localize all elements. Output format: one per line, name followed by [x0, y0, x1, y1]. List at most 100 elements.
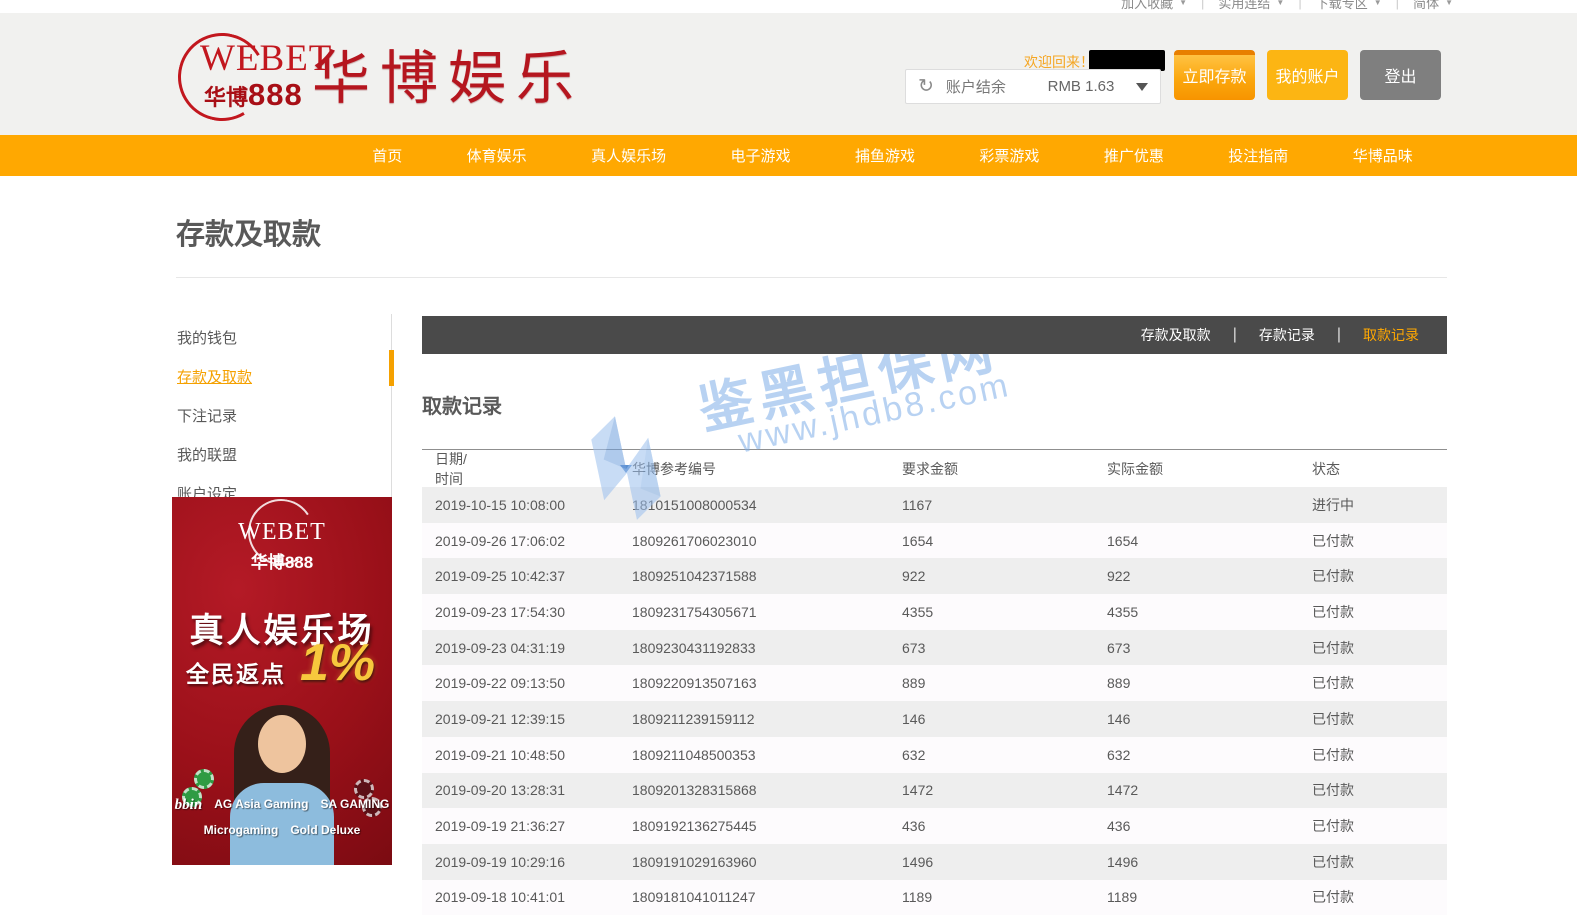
top-link-4[interactable]: 简体▼: [1399, 0, 1467, 12]
table-row: 2019-09-19 21:36:27180919213627544543643…: [422, 808, 1447, 844]
provider-logo: Microgaming: [204, 823, 279, 837]
cell-ref-number: 1809251042371588: [632, 568, 902, 584]
cell-status: 已付款: [1312, 887, 1447, 907]
nav-item-7[interactable]: 推广优惠: [1098, 145, 1170, 166]
deposit-now-button[interactable]: 立即存款: [1174, 50, 1255, 100]
title-divider: [176, 277, 1447, 278]
nav-item-6[interactable]: 彩票游戏: [973, 145, 1045, 166]
sidebar-item-2[interactable]: 存款及取款: [176, 357, 391, 396]
cell-actual-amount: 922: [1107, 568, 1312, 584]
cell-date: 2019-09-22 09:13:50: [422, 675, 632, 691]
cell-actual-amount: 1654: [1107, 533, 1312, 549]
site-header: WEBET 华博888 华博娱乐 欢迎回来！ ↻ 账户结余 RMB 1.63 立…: [0, 13, 1577, 135]
column-header-5: 状态: [1312, 459, 1447, 479]
tab-2[interactable]: 存款记录: [1249, 325, 1325, 345]
cell-status: 已付款: [1312, 852, 1447, 872]
cell-date: 2019-09-26 17:06:02: [422, 533, 632, 549]
cell-request-amount: 922: [902, 568, 1107, 584]
cell-status: 已付款: [1312, 602, 1447, 622]
tab-1[interactable]: 存款及取款: [1131, 325, 1221, 345]
nav-item-2[interactable]: 体育娱乐: [461, 145, 533, 166]
table-row: 2019-09-21 12:39:15180921123915911214614…: [422, 701, 1447, 737]
table-row: 2019-09-21 10:48:50180921104850035363263…: [422, 737, 1447, 773]
cell-request-amount: 436: [902, 818, 1107, 834]
promo-banner[interactable]: WEBET 华博888 真人娱乐场 全民返点 1% bbinAG Asia Ga…: [172, 497, 392, 865]
cell-request-amount: 4355: [902, 604, 1107, 620]
nav-item-8[interactable]: 投注指南: [1222, 145, 1294, 166]
nav-item-3[interactable]: 真人娱乐场: [585, 145, 672, 166]
top-link-3[interactable]: 下载专区▼: [1302, 0, 1396, 12]
table-row: 2019-09-23 17:54:30180923175430567143554…: [422, 594, 1447, 630]
table-body: 2019-10-15 10:08:0018101510080005341167进…: [422, 487, 1447, 915]
tab-3[interactable]: 取款记录: [1353, 325, 1429, 345]
account-balance-box[interactable]: ↻ 账户结余 RMB 1.63: [905, 69, 1161, 104]
top-link-1[interactable]: 加入收藏▼: [1107, 0, 1201, 12]
sidebar-item-1[interactable]: 我的钱包: [176, 318, 391, 357]
cell-ref-number: 1809201328315868: [632, 782, 902, 798]
watermark-url: www.jhdb8.com: [735, 366, 1014, 462]
nav-item-9[interactable]: 华博品味: [1347, 145, 1419, 166]
cell-request-amount: 1167: [902, 497, 1107, 513]
cell-date: 2019-09-23 04:31:19: [422, 640, 632, 656]
top-link-2[interactable]: 实用连结▼: [1204, 0, 1298, 12]
cell-status: 已付款: [1312, 638, 1447, 658]
provider-logo: AG Asia Gaming: [214, 797, 308, 814]
logo-sub-text: 华博888: [204, 77, 303, 113]
sidebar-item-3[interactable]: 下注记录: [176, 396, 391, 435]
records-tabbar: 存款及取款|存款记录|取款记录: [422, 316, 1447, 354]
cell-date: 2019-09-19 21:36:27: [422, 818, 632, 834]
cell-status: 已付款: [1312, 566, 1447, 586]
cell-date: 2019-09-19 10:29:16: [422, 854, 632, 870]
cell-ref-number: 1809231754305671: [632, 604, 902, 620]
nav-item-1[interactable]: 首页: [366, 145, 408, 166]
table-row: 2019-09-20 13:28:31180920132831586814721…: [422, 773, 1447, 809]
cell-status: 已付款: [1312, 531, 1447, 551]
sidebar-item-4[interactable]: 我的联盟: [176, 435, 391, 474]
cell-ref-number: 1809261706023010: [632, 533, 902, 549]
tab-separator: |: [1221, 326, 1249, 344]
top-utility-links: 加入收藏▼|实用连结▼|下载专区▼|简体▼: [1107, 0, 1467, 12]
cell-ref-number: 1809230431192833: [632, 640, 902, 656]
cell-request-amount: 889: [902, 675, 1107, 691]
cell-date: 2019-09-23 17:54:30: [422, 604, 632, 620]
sidebar-active-indicator: [389, 350, 394, 386]
cell-request-amount: 632: [902, 747, 1107, 763]
cell-ref-number: 1810151008000534: [632, 497, 902, 513]
cell-ref-number: 1809211239159112: [632, 711, 902, 727]
sort-desc-icon[interactable]: [620, 465, 632, 473]
top-link-label: 下载专区: [1316, 0, 1368, 12]
column-header-1: 日期/时间: [422, 449, 632, 489]
caret-down-icon: ▼: [1276, 0, 1284, 7]
cell-date: 2019-09-20 13:28:31: [422, 782, 632, 798]
banner-sub-text: 华博888: [172, 548, 392, 573]
cell-date: 2019-09-25 10:42:37: [422, 568, 632, 584]
banner-model-face: [258, 715, 306, 773]
logo-site-name: 华博娱乐: [312, 31, 584, 115]
column-header-4: 实际金额: [1107, 459, 1312, 479]
provider-logo: bbin: [175, 797, 203, 814]
caret-down-icon[interactable]: [1136, 83, 1148, 91]
logout-button[interactable]: 登出: [1360, 50, 1441, 100]
my-account-button[interactable]: 我的账户: [1267, 50, 1348, 100]
main-nav-items: 首页 体育娱乐 真人娱乐场 电子游戏 捕鱼游戏 彩票游戏 推广优惠 投注指南 华博品味: [340, 135, 1445, 176]
cell-actual-amount: 436: [1107, 818, 1312, 834]
poker-chip-icon: [354, 779, 374, 799]
cell-date: 2019-09-21 12:39:15: [422, 711, 632, 727]
table-row: 2019-10-15 10:08:0018101510080005341167进…: [422, 487, 1447, 523]
top-utility-bar: 加入收藏▼|实用连结▼|下载专区▼|简体▼: [0, 0, 1577, 13]
cell-date: 2019-10-15 10:08:00: [422, 497, 632, 513]
refresh-icon[interactable]: ↻: [918, 77, 934, 96]
column-header-label: 华博参考编号: [632, 459, 716, 479]
cell-request-amount: 673: [902, 640, 1107, 656]
cell-status: 已付款: [1312, 745, 1447, 765]
nav-item-5[interactable]: 捕鱼游戏: [849, 145, 921, 166]
balance-value: RMB 1.63: [1040, 78, 1122, 95]
column-header-3: 要求金额: [902, 459, 1107, 479]
nav-item-4[interactable]: 电子游戏: [725, 145, 797, 166]
column-header-label: 实际金额: [1107, 459, 1163, 479]
caret-down-icon: ▼: [1179, 0, 1187, 7]
banner-percent: 1%: [300, 633, 375, 693]
page-title: 存款及取款: [176, 211, 321, 253]
site-logo[interactable]: WEBET 华博888 华博娱乐: [176, 21, 596, 131]
cell-actual-amount: 1496: [1107, 854, 1312, 870]
